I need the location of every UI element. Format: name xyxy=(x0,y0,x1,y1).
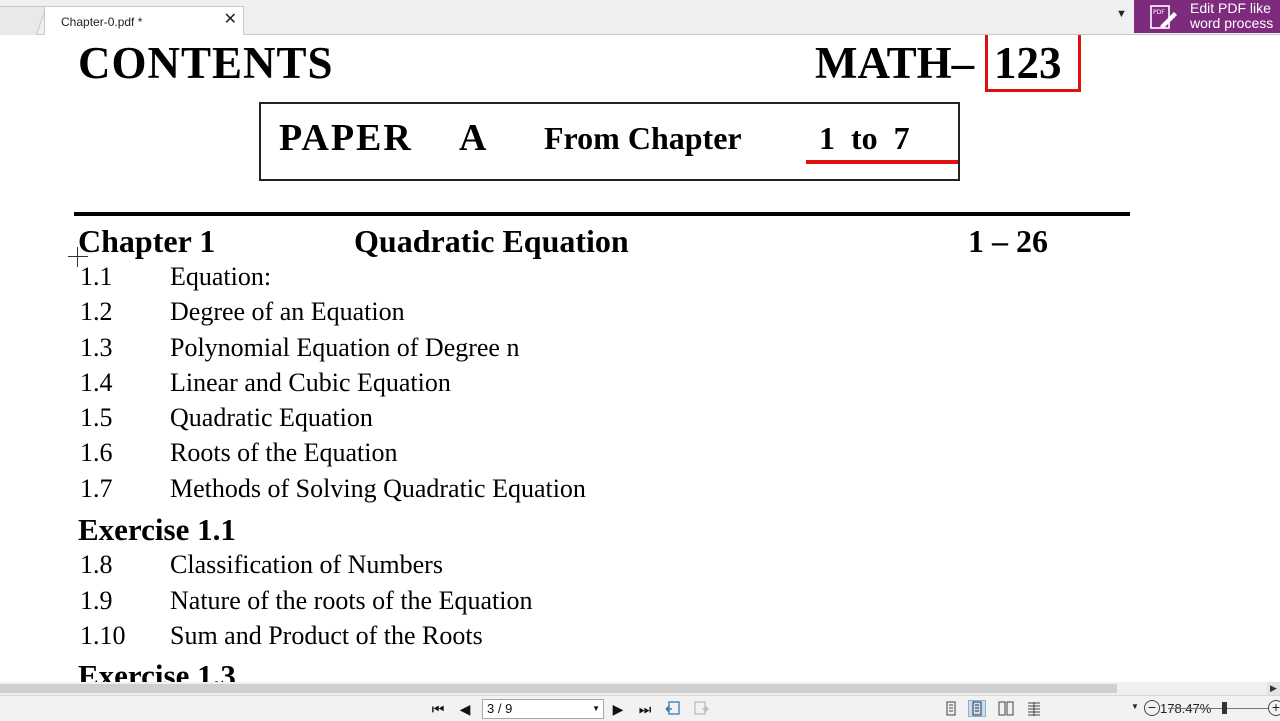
chapter-page-range: 1 – 26 xyxy=(968,223,1048,259)
page-number-field[interactable]: 3 / 9 ▼ xyxy=(482,699,604,719)
svg-text:PDF: PDF xyxy=(1153,9,1165,16)
toc-item-number: 1.8 xyxy=(80,550,113,579)
toc-item-title: Degree of an Equation xyxy=(170,297,405,326)
first-page-button[interactable]: ⏮ xyxy=(430,701,446,717)
edit-pdf-promo-button[interactable]: PDF Edit PDF like word process xyxy=(1134,0,1280,33)
toc-item-title: Roots of the Equation xyxy=(170,438,398,467)
page-indicator: 3 / 9 xyxy=(487,701,513,716)
toc-item-title: Linear and Cubic Equation xyxy=(170,368,451,397)
toc-item-number: 1.6 xyxy=(80,438,113,467)
last-page-button[interactable]: ⏭ xyxy=(637,701,653,717)
toc-item-title: Polynomial Equation of Degree n xyxy=(170,333,520,362)
page-dropdown-icon[interactable]: ▼ xyxy=(592,700,600,718)
course-number-highlight-box xyxy=(985,35,1081,92)
promo-line-2: word process xyxy=(1190,15,1274,31)
contents-heading: CONTENTS xyxy=(78,38,334,88)
horizontal-scrollbar[interactable]: ▶ xyxy=(0,682,1280,695)
toc-item-title: Classification of Numbers xyxy=(170,550,443,579)
previous-page-button[interactable]: ◀ xyxy=(457,701,473,717)
chapter-label: Chapter 1 xyxy=(78,223,216,259)
zoom-out-button[interactable]: − xyxy=(1144,700,1160,716)
toc-item-title: Equation: xyxy=(170,262,272,291)
toc-item-title: Nature of the roots of the Equation xyxy=(170,586,533,615)
facing-view-icon[interactable] xyxy=(998,701,1014,716)
paper-chapter-range: 1 to 7 xyxy=(819,120,910,156)
status-bar: ⏮ ◀ 3 / 9 ▼ ▶ ⏭ 178.47% ▼ − + xyxy=(0,695,1280,721)
promo-line-1: Edit PDF like xyxy=(1190,0,1271,16)
toc-item-title: Quadratic Equation xyxy=(170,403,373,432)
chapter-heading-row: Chapter 1 Quadratic Equation 1 – 26 xyxy=(78,223,1078,263)
paper-letter: A xyxy=(459,117,487,159)
toc-item-number: 1.10 xyxy=(80,621,126,650)
exercise-heading: Exercise 1.3 xyxy=(78,658,236,682)
exercise-heading: Exercise 1.1 xyxy=(78,512,236,547)
next-page-button[interactable]: ▶ xyxy=(610,701,626,717)
toc-item-number: 1.3 xyxy=(80,333,113,362)
paper-from-text: From Chapter xyxy=(544,120,742,156)
zoom-slider-track[interactable] xyxy=(1168,708,1268,709)
next-view-icon[interactable] xyxy=(693,701,709,716)
document-page: CONTENTS MATH– 123 PAPER A From Chapter … xyxy=(0,35,1280,682)
scrollbar-thumb[interactable] xyxy=(0,684,1117,693)
zoom-dropdown-icon[interactable]: ▼ xyxy=(1131,702,1139,711)
chapter-title: Quadratic Equation xyxy=(354,223,629,259)
scroll-right-icon[interactable]: ▶ xyxy=(1267,682,1280,695)
toc-item-number: 1.4 xyxy=(80,368,113,397)
range-underline xyxy=(806,160,958,164)
tab-strip: Chapter-0.pdf * ✕ ▼ PDF Edit PDF like wo… xyxy=(0,0,1280,35)
toc-item-title: Methods of Solving Quadratic Equation xyxy=(170,474,586,503)
zoom-slider-thumb[interactable] xyxy=(1222,702,1227,714)
toc-item-number: 1.2 xyxy=(80,297,113,326)
toc-item-title: Sum and Product of the Roots xyxy=(170,621,483,650)
course-prefix: MATH– xyxy=(815,38,975,88)
document-tab[interactable]: Chapter-0.pdf * ✕ xyxy=(44,6,244,35)
pdf-edit-icon: PDF xyxy=(1150,5,1177,29)
paper-label: PAPER xyxy=(279,117,413,159)
section-divider xyxy=(74,212,1130,216)
paper-info-box: PAPER A From Chapter 1 to 7 xyxy=(259,102,960,181)
single-page-view-icon[interactable] xyxy=(943,701,959,716)
toc-item-number: 1.1 xyxy=(80,262,113,291)
continuous-view-icon[interactable] xyxy=(968,700,986,717)
continuous-facing-view-icon[interactable] xyxy=(1026,701,1042,716)
toc-item-number: 1.7 xyxy=(80,474,113,503)
previous-view-icon[interactable] xyxy=(665,701,681,716)
toc-item-number: 1.5 xyxy=(80,403,113,432)
tab-list-dropdown-icon[interactable]: ▼ xyxy=(1116,8,1127,20)
close-tab-button[interactable]: ✕ xyxy=(224,11,237,29)
tab-title: Chapter-0.pdf * xyxy=(61,15,143,29)
zoom-in-button[interactable]: + xyxy=(1268,700,1280,716)
previous-tab[interactable] xyxy=(0,6,48,35)
toc-item-number: 1.9 xyxy=(80,586,113,615)
